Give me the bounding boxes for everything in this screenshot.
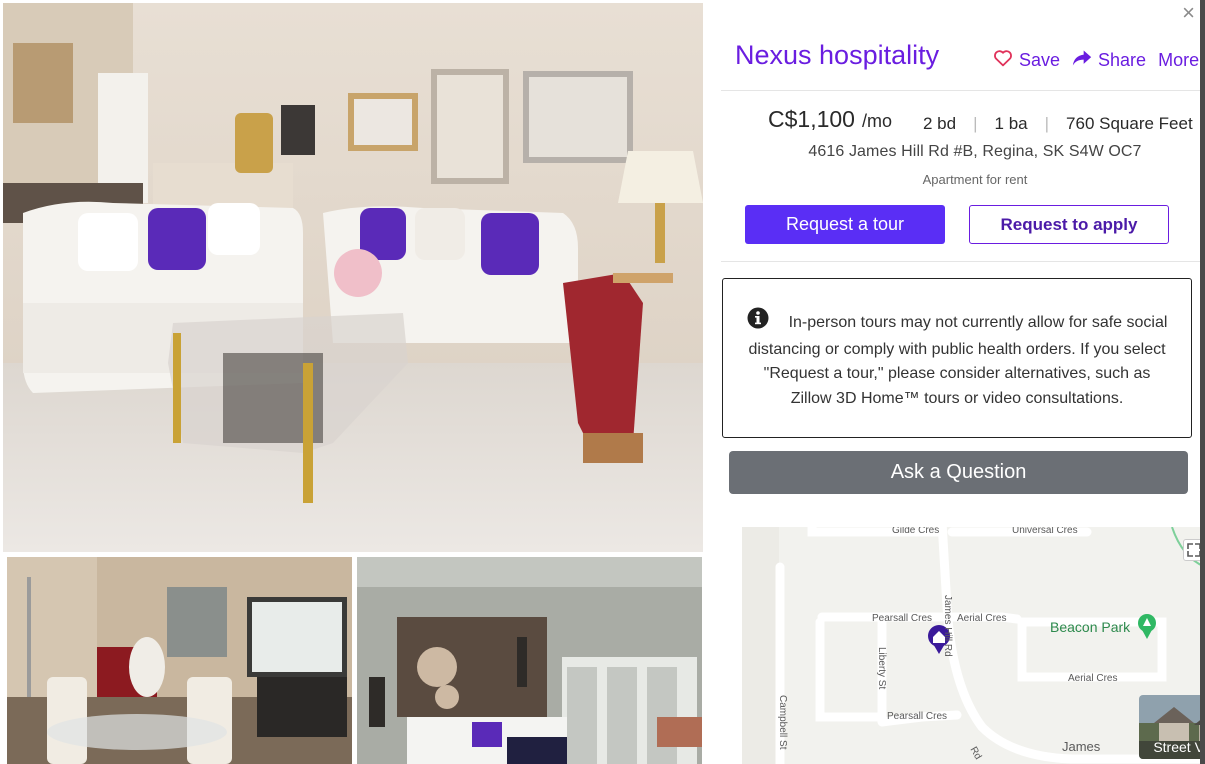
listing-modal: × Nexus hospitality Save Share More C$1,… xyxy=(0,0,1205,764)
map-label: Pearsall Cres xyxy=(887,711,948,722)
heart-icon xyxy=(993,49,1019,72)
photo-dining-room[interactable] xyxy=(7,557,352,764)
more-button[interactable]: More xyxy=(1158,50,1199,71)
share-button[interactable]: Share xyxy=(1072,49,1146,72)
map[interactable]: Gilde Cres Universal Cres Pearsall Cres … xyxy=(742,527,1205,764)
listing-type: Apartment for rent xyxy=(922,172,1028,187)
tour-notice: In-person tours may not currently allow … xyxy=(722,278,1192,438)
street-view-label: Street View xyxy=(1153,739,1205,755)
listing-details-panel: × Nexus hospitality Save Share More C$1,… xyxy=(705,0,1205,764)
fact-separator: | xyxy=(973,114,978,133)
request-tour-button[interactable]: Request a tour xyxy=(745,205,945,244)
baths: 1 ba xyxy=(994,114,1028,133)
divider xyxy=(721,261,1205,262)
share-label: Share xyxy=(1098,50,1147,70)
photo-gallery xyxy=(0,0,705,764)
price: C$1,100 /mo xyxy=(768,106,892,133)
info-icon xyxy=(747,307,769,338)
listing-title: Nexus hospitality xyxy=(735,40,940,70)
fact-separator: | xyxy=(1044,114,1050,133)
share-icon xyxy=(1072,49,1098,72)
notice-text: In-person tours may not currently allow … xyxy=(748,314,1168,407)
map-label: James Hill Rd xyxy=(942,595,953,657)
map-label: Pearsall Cres xyxy=(872,613,933,624)
listing-actions: Save Share More xyxy=(993,49,1205,72)
listing-facts: 2 bd | 1 ba | 760 Square Feet xyxy=(923,114,1193,134)
map-label: Liberty St xyxy=(876,647,887,690)
save-button[interactable]: Save xyxy=(993,49,1060,72)
backdrop-edge xyxy=(1200,0,1205,764)
save-label: Save xyxy=(1019,50,1061,70)
map-label: Aerial Cres xyxy=(1068,673,1118,684)
map-label: Universal Cres xyxy=(1012,527,1078,536)
ask-question-button[interactable]: Ask a Question xyxy=(729,451,1188,494)
map-label: Gilde Cres xyxy=(892,527,940,536)
photo-bedroom[interactable] xyxy=(357,557,702,764)
address: 4616 James Hill Rd #B, Regina, SK S4W OC… xyxy=(705,143,1205,161)
square-feet: 760 Square Feet xyxy=(1066,114,1193,133)
listing-header: Nexus hospitality Save Share More xyxy=(721,38,1205,88)
photo-living-room[interactable] xyxy=(3,3,703,552)
park-label: Beacon Park xyxy=(1050,619,1131,635)
map-label: James xyxy=(1062,739,1101,754)
divider xyxy=(721,90,1205,91)
close-icon[interactable]: × xyxy=(1182,2,1195,24)
price-value: C$1,100 xyxy=(768,106,855,132)
more-label: More xyxy=(1158,50,1200,70)
street-view-button[interactable]: Street View xyxy=(1139,695,1205,759)
request-apply-button[interactable]: Request to apply xyxy=(969,205,1169,244)
price-period: /mo xyxy=(861,111,892,131)
map-label: Campbell St xyxy=(777,695,788,750)
map-label: Aerial Cres xyxy=(957,613,1007,624)
address-text: 4616 James Hill Rd #B, Regina, SK S4W OC… xyxy=(808,143,1142,160)
beds: 2 bd xyxy=(923,114,957,133)
